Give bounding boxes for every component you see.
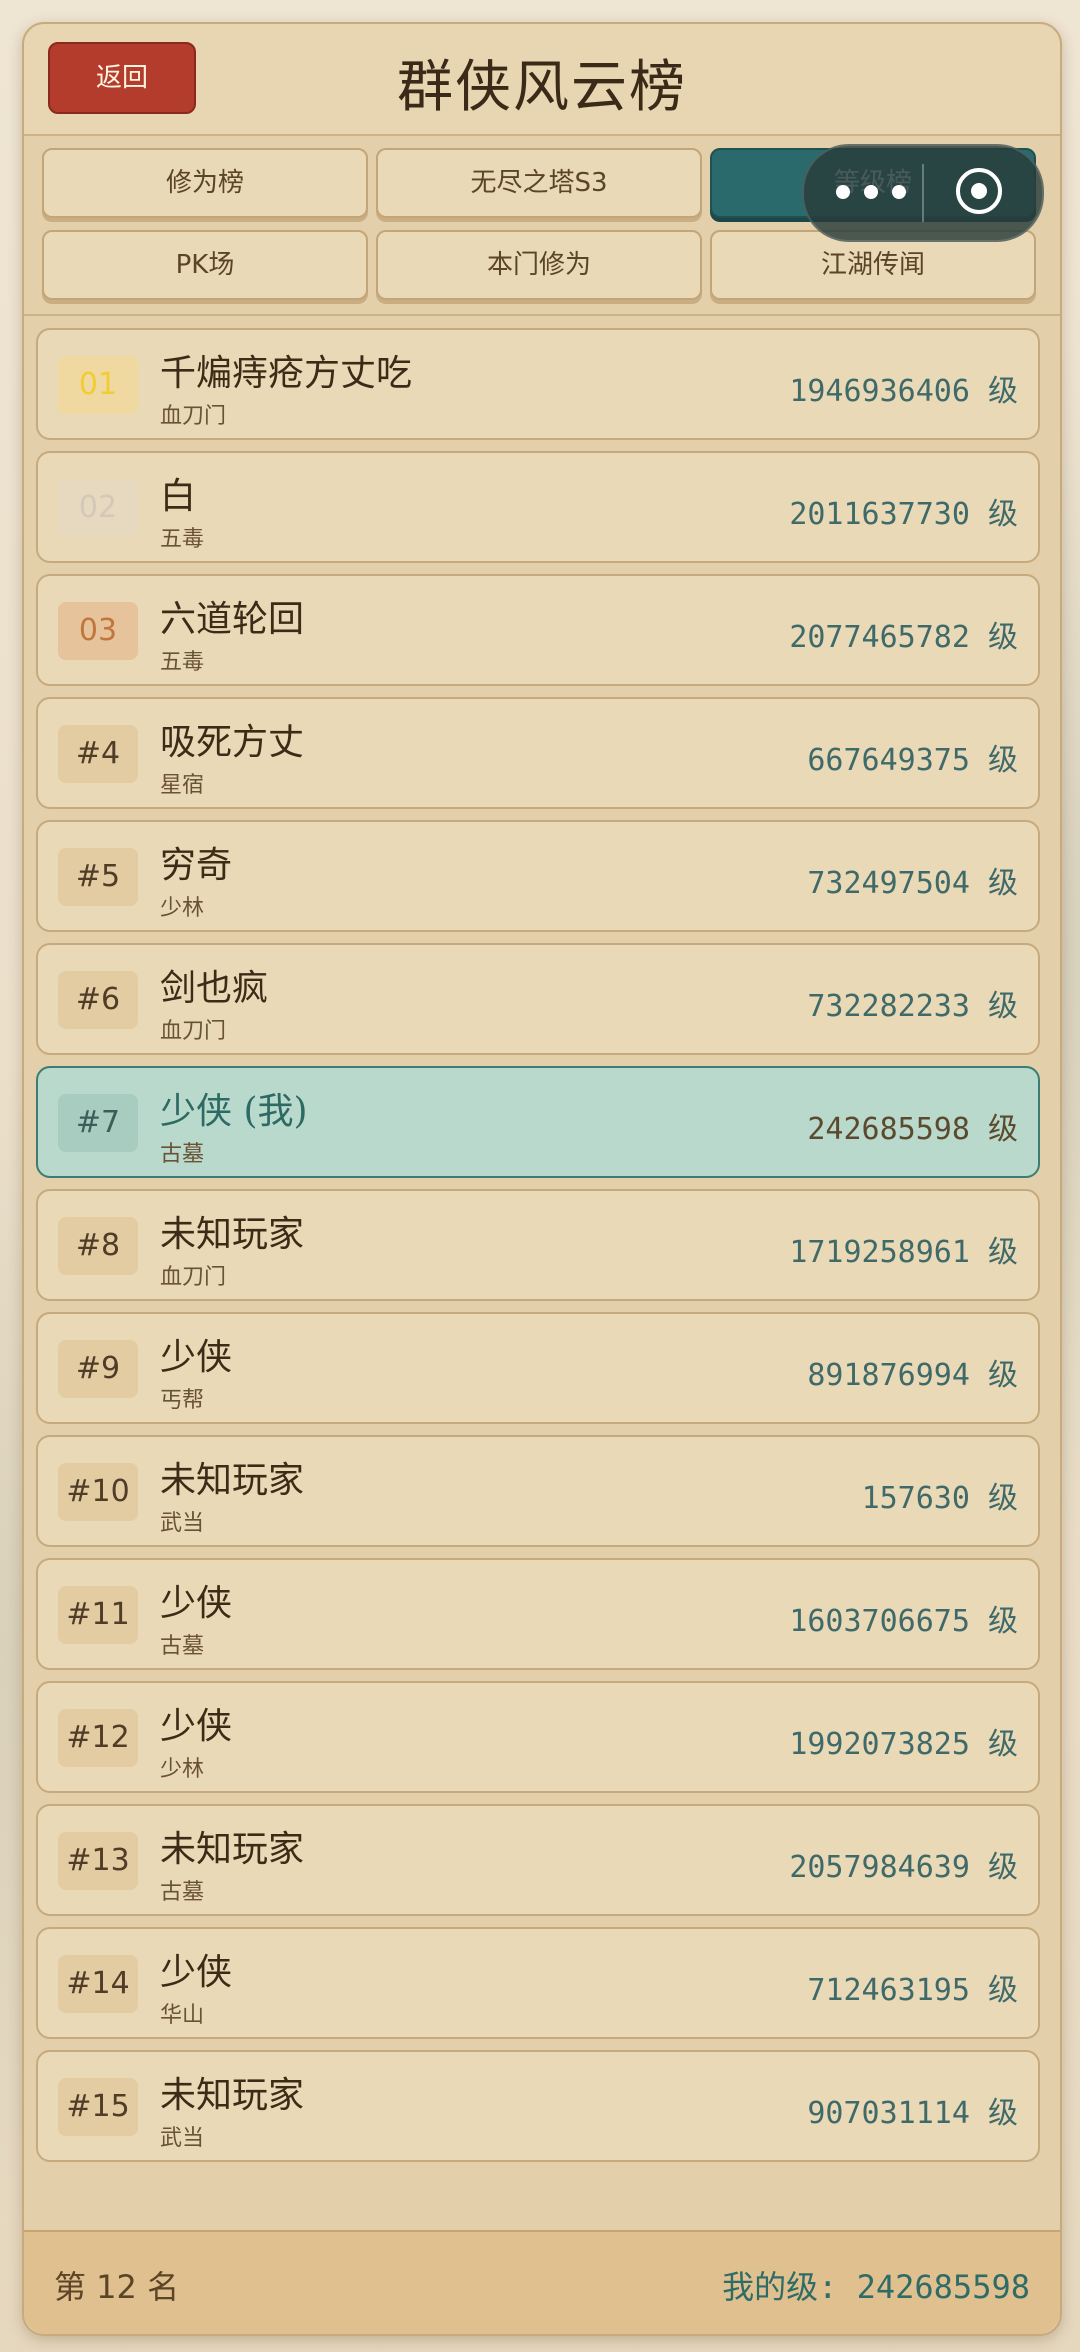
rank-badge: #15 (58, 2078, 138, 2136)
target-close-icon[interactable] (956, 168, 1002, 214)
player-sect: 古墓 (160, 1634, 205, 1659)
player-name: 白 (160, 476, 197, 517)
player-name: 少侠 (我) (160, 1091, 308, 1132)
rank-badge: #4 (58, 725, 138, 783)
player-sect: 古墓 (160, 1880, 205, 1905)
list-item[interactable]: 01 千煸痔疮方丈吃血刀门 1946936406 级 (36, 328, 1040, 440)
player-name: 少侠 (160, 1952, 233, 1993)
list-item[interactable]: #9 少侠丐帮 891876994 级 (36, 1312, 1040, 1424)
tab-sect-cultivation[interactable]: 本门修为 (376, 230, 702, 300)
player-level: 1992073825 级 (789, 1727, 1018, 1762)
player-level: 2077465782 级 (789, 620, 1018, 655)
rank-badge: 02 (58, 479, 138, 537)
player-name: 千煸痔疮方丈吃 (160, 353, 413, 394)
header: 返回 群侠风云榜 (24, 24, 1060, 136)
rank-badge: #7 (58, 1094, 138, 1152)
player-sect: 古墓 (160, 1142, 205, 1167)
player-level: 2057984639 级 (789, 1850, 1018, 1885)
tab-pk-arena[interactable]: PK场 (42, 230, 368, 300)
player-name: 未知玩家 (160, 1214, 305, 1255)
footer: 第 12 名 我的级: 242685598 (24, 2230, 1060, 2334)
player-name: 未知玩家 (160, 1829, 305, 1870)
player-sect: 星宿 (160, 773, 205, 798)
player-name: 少侠 (160, 1706, 233, 1747)
player-sect: 少林 (160, 896, 205, 921)
capsule-separator (922, 164, 924, 222)
player-level: 907031114 级 (807, 2096, 1018, 2131)
tab-cultivation[interactable]: 修为榜 (42, 148, 368, 218)
rank-badge: 01 (58, 356, 138, 414)
rank-badge: #14 (58, 1955, 138, 2013)
list-item[interactable]: #12 少侠少林 1992073825 级 (36, 1681, 1040, 1793)
player-level: 1719258961 级 (789, 1235, 1018, 1270)
player-name: 少侠 (160, 1583, 233, 1624)
list-item[interactable]: #14 少侠华山 712463195 级 (36, 1927, 1040, 2039)
list-item[interactable]: #13 未知玩家古墓 2057984639 级 (36, 1804, 1040, 1916)
player-name: 未知玩家 (160, 2075, 305, 2116)
player-level: 1603706675 级 (789, 1604, 1018, 1639)
list-item[interactable]: #15 未知玩家武当 907031114 级 (36, 2050, 1040, 2162)
list-item[interactable]: #8 未知玩家血刀门 1719258961 级 (36, 1189, 1040, 1301)
player-sect: 五毒 (160, 527, 205, 552)
player-sect: 少林 (160, 1757, 205, 1782)
player-sect: 血刀门 (160, 1019, 227, 1044)
list-item[interactable]: 02 白五毒 2011637730 级 (36, 451, 1040, 563)
player-name: 少侠 (160, 1337, 233, 1378)
rank-badge: #5 (58, 848, 138, 906)
player-sect: 武当 (160, 2126, 205, 2151)
player-level: 891876994 级 (807, 1358, 1018, 1393)
list-item[interactable]: #6 剑也疯血刀门 732282233 级 (36, 943, 1040, 1055)
player-level: 732282233 级 (807, 989, 1018, 1024)
rank-badge: #12 (58, 1709, 138, 1767)
miniprogram-capsule (802, 144, 1044, 242)
player-sect: 五毒 (160, 650, 205, 675)
player-sect: 华山 (160, 2003, 205, 2028)
tab-divider (24, 314, 1060, 316)
list-item[interactable]: #5 穷奇少林 732497504 级 (36, 820, 1040, 932)
player-name: 剑也疯 (160, 968, 269, 1009)
player-level: 2011637730 级 (789, 497, 1018, 532)
player-sect: 血刀门 (160, 1265, 227, 1290)
list-item[interactable]: #10 未知玩家武当 157630 级 (36, 1435, 1040, 1547)
player-sect: 血刀门 (160, 404, 227, 429)
player-sect: 武当 (160, 1511, 205, 1536)
rank-badge: #6 (58, 971, 138, 1029)
player-level: 732497504 级 (807, 866, 1018, 901)
player-name: 穷奇 (160, 845, 233, 886)
my-rank: 第 12 名 (54, 2268, 180, 2306)
rank-badge: #9 (58, 1340, 138, 1398)
rank-badge: 03 (58, 602, 138, 660)
list-item[interactable]: #11 少侠古墓 1603706675 级 (36, 1558, 1040, 1670)
more-dots-icon[interactable] (832, 174, 912, 210)
player-level: 667649375 级 (807, 743, 1018, 778)
my-level: 我的级: 242685598 (722, 2268, 1030, 2306)
player-level: 242685598 级 (807, 1112, 1018, 1147)
list-item-me[interactable]: #7 少侠 (我) 古墓 242685598 级 (36, 1066, 1040, 1178)
tab-endless-tower[interactable]: 无尽之塔S3 (376, 148, 702, 218)
rank-badge: #11 (58, 1586, 138, 1644)
rank-badge: #8 (58, 1217, 138, 1275)
page-title: 群侠风云榜 (397, 55, 687, 120)
player-name: 吸死方丈 (160, 722, 305, 763)
player-level: 1946936406 级 (789, 374, 1018, 409)
list-item[interactable]: #4 吸死方丈星宿 667649375 级 (36, 697, 1040, 809)
player-level: 157630 级 (861, 1481, 1018, 1516)
player-name: 未知玩家 (160, 1460, 305, 1501)
rank-badge: #13 (58, 1832, 138, 1890)
player-name: 六道轮回 (160, 599, 305, 640)
list-item[interactable]: 03 六道轮回五毒 2077465782 级 (36, 574, 1040, 686)
rank-badge: #10 (58, 1463, 138, 1521)
player-sect: 丐帮 (160, 1388, 205, 1413)
player-level: 712463195 级 (807, 1973, 1018, 2008)
